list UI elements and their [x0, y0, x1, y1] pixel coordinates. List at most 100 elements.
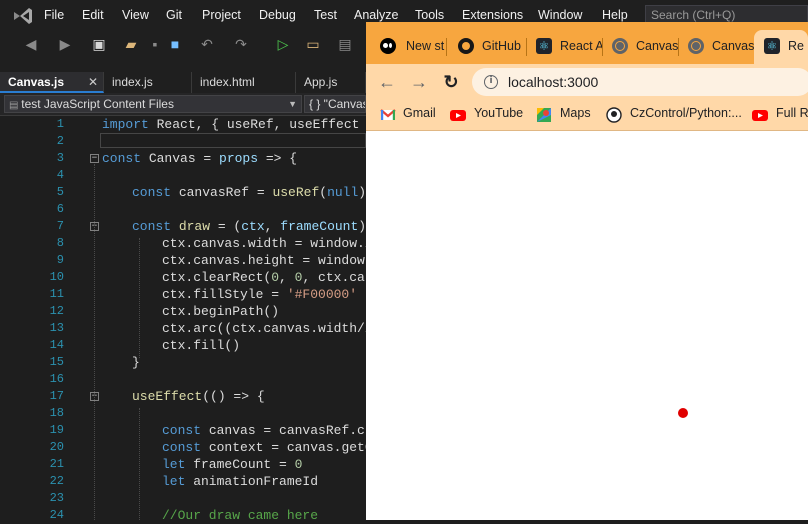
browse-folder-icon[interactable]: ▭ — [304, 36, 322, 53]
menu-help[interactable]: Help — [602, 8, 628, 22]
tab-title: React A — [560, 39, 602, 53]
globe-icon — [688, 38, 704, 54]
line-number: 15 — [49, 355, 64, 369]
tab-label: Canvas.js — [8, 75, 65, 89]
reload-icon[interactable]: ↻ — [439, 70, 463, 94]
browser-tab-react-active[interactable]: ⚛ Re — [754, 30, 808, 64]
menu-extensions[interactable]: Extensions — [462, 8, 523, 22]
save-icon[interactable]: ▪ — [146, 36, 164, 52]
medium-icon — [380, 38, 396, 54]
close-icon[interactable]: ✕ — [88, 72, 98, 91]
tab-title: GitHub — [482, 39, 521, 53]
line-number: 20 — [49, 440, 64, 454]
project-dropdown[interactable]: ▤ test JavaScript Content Files ▼ — [4, 95, 302, 113]
tab-label: index.html — [200, 75, 255, 89]
code-line: ctx.clearRect(0, 0, ctx.can — [162, 270, 373, 285]
menu-window[interactable]: Window — [538, 8, 582, 22]
tab-canvas-js[interactable]: Canvas.js ✕ — [0, 72, 104, 93]
back-arrow-icon[interactable]: ← — [375, 70, 399, 94]
globe-icon — [612, 38, 628, 54]
save-all-icon[interactable]: ■ — [166, 36, 184, 52]
tab-title: New st — [406, 39, 445, 53]
tab-label: index.js — [112, 75, 153, 89]
url-text[interactable]: localhost:3000 — [508, 74, 598, 90]
code-line: ctx.fillStyle = '#F00000' — [162, 287, 358, 302]
redo-icon[interactable]: ↷ — [232, 36, 250, 53]
start-icon[interactable]: ▷ — [274, 36, 292, 53]
browser-tab-new[interactable]: New st — [368, 30, 446, 64]
line-number: 14 — [49, 338, 64, 352]
react-icon: ⚛ — [536, 38, 552, 54]
line-number: 13 — [49, 321, 64, 335]
window-layout-icon[interactable]: ▤ — [336, 36, 354, 53]
new-project-icon[interactable]: ▣ — [90, 36, 108, 53]
info-icon[interactable]: i — [484, 75, 498, 89]
visual-studio-logo-icon[interactable] — [12, 6, 34, 26]
page-canvas[interactable] — [366, 131, 808, 520]
code-line: import React, { useRef, useEffect } — [102, 117, 376, 132]
code-line: ctx.canvas.height = window. — [162, 253, 373, 268]
line-number: 19 — [49, 423, 64, 437]
code-line: const canvasRef = useRef(null) — [132, 185, 367, 200]
browser-tab-react[interactable]: ⚛ React A — [526, 30, 602, 64]
collapse-icon[interactable]: − — [90, 154, 99, 163]
forward-nav-icon[interactable]: ▶ — [56, 36, 74, 53]
tab-title: Canvas — [636, 39, 678, 53]
code-line: useEffect(() => { — [132, 389, 265, 404]
github-icon — [458, 38, 474, 54]
code-line: const Canvas = props => { — [102, 151, 298, 166]
menu-project[interactable]: Project — [202, 8, 241, 22]
tab-label: App.js — [304, 75, 338, 89]
menu-file[interactable]: File — [44, 8, 64, 22]
line-number: 7 — [56, 219, 64, 233]
project-icon: ▤ — [9, 100, 22, 111]
bookmark-full-re[interactable]: Full Re — [776, 106, 808, 120]
browser-tab-github[interactable]: GitHub — [446, 30, 526, 64]
menu-test[interactable]: Test — [314, 8, 337, 22]
back-nav-icon[interactable]: ◀ — [22, 36, 40, 53]
line-number: 2 — [56, 134, 64, 148]
menu-git[interactable]: Git — [166, 8, 182, 22]
code-line: ctx.canvas.width = window.i — [162, 236, 373, 251]
menu-tools[interactable]: Tools — [415, 8, 444, 22]
code-line: ctx.beginPath() — [162, 304, 280, 319]
browser-tab-canvas-1[interactable]: Canvas — [602, 30, 678, 64]
line-number: 1 — [56, 117, 64, 131]
bookmark-youtube[interactable]: YouTube — [474, 106, 523, 120]
code-line: //Our draw came here — [162, 508, 319, 523]
project-dropdown-value: test JavaScript Content Files — [21, 97, 174, 111]
menu-analyze[interactable]: Analyze — [354, 8, 398, 22]
youtube-icon — [752, 110, 768, 121]
menu-view[interactable]: View — [122, 8, 149, 22]
open-folder-icon[interactable]: ▰ — [122, 36, 140, 53]
forward-arrow-icon[interactable]: → — [407, 70, 431, 94]
canvas-red-circle — [678, 408, 688, 418]
line-number: 16 — [49, 372, 64, 386]
line-number: 24 — [49, 508, 64, 522]
tab-app-js[interactable]: App.js — [296, 72, 366, 93]
gmail-icon — [380, 109, 396, 120]
line-number: 17 — [49, 389, 64, 403]
bookmark-maps[interactable]: Maps — [560, 106, 591, 120]
tab-title: Canvas — [712, 39, 754, 53]
menu-edit[interactable]: Edit — [82, 8, 104, 22]
code-line: const context = canvas.getC — [162, 440, 373, 455]
code-line: let animationFrameId — [162, 474, 319, 489]
undo-icon[interactable]: ↶ — [198, 36, 216, 53]
bookmark-czcontrol[interactable]: CzControl/Python:... — [630, 106, 742, 120]
code-line: const canvas = canvasRef.cu — [162, 423, 373, 438]
tab-index-html[interactable]: index.html — [192, 72, 296, 93]
bookmark-gmail[interactable]: Gmail — [403, 106, 436, 120]
line-number: 8 — [56, 236, 64, 250]
tab-index-js[interactable]: index.js — [104, 72, 192, 93]
line-number: 5 — [56, 185, 64, 199]
code-line: const draw = (ctx, frameCount) — [132, 219, 367, 234]
line-number: 4 — [56, 168, 64, 182]
indent-guide — [139, 238, 140, 358]
line-number: 6 — [56, 202, 64, 216]
menu-debug[interactable]: Debug — [259, 8, 296, 22]
chevron-down-icon: ▼ — [288, 99, 297, 109]
code-line: } — [132, 355, 140, 370]
scope-dropdown[interactable]: { } "Canvas" — [304, 95, 366, 113]
browser-tab-canvas-2[interactable]: Canvas — [678, 30, 754, 64]
